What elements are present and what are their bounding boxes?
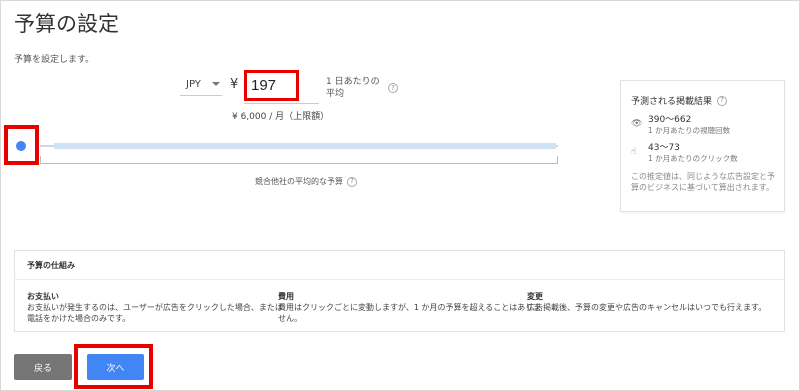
forecast-note: この推定値は、同じような広告設定と予算のビジネスに基づいて算出されます。 <box>631 172 775 192</box>
forecast-title: 予測される掲載結果 ? <box>631 94 728 107</box>
forecast-card: 予測される掲載結果 ? 👁 390〜662 1 か月あたりの視聴回数 ☝ 43〜… <box>620 80 785 212</box>
per-day-label-line2: 平均 <box>326 89 345 99</box>
change-heading: 変更 <box>527 292 543 301</box>
payment-text: お支払いが発生するのは、ユーザーが広告をクリックした場合、または電話をかけた場合… <box>27 303 283 323</box>
competitor-range-bar <box>54 143 556 149</box>
help-icon[interactable]: ? <box>347 176 357 187</box>
competitor-range-bracket <box>40 156 558 164</box>
clicks-value: 43〜73 <box>648 143 680 153</box>
change-section: 変更 広告掲載後、予算の変更や広告のキャンセルはいつでも行えます。 <box>527 291 782 313</box>
currency-symbol: ¥ <box>230 77 239 92</box>
daily-budget-input[interactable] <box>251 77 295 94</box>
eye-icon: 👁 <box>631 119 643 129</box>
views-metric: 👁 390〜662 1 か月あたりの視聴回数 <box>631 114 730 136</box>
budget-slider-handle[interactable] <box>16 141 26 151</box>
back-button[interactable]: 戻る <box>14 354 72 380</box>
clicks-metric: ☝ 43〜73 1 か月あたりのクリック数 <box>631 142 738 164</box>
clicks-label: 1 か月あたりのクリック数 <box>648 154 738 163</box>
cost-section: 費用 費用はクリックごとに変動しますが、1 か月の予算を超えることはありません。 <box>278 291 543 324</box>
next-button[interactable]: 次へ <box>87 354 144 380</box>
currency-value: JPY <box>186 79 201 90</box>
payment-section: お支払い お支払いが発生するのは、ユーザーが広告をクリックした場合、または電話を… <box>27 291 287 324</box>
pointer-hand-icon: ☝ <box>631 147 637 157</box>
amount-underline <box>244 103 319 104</box>
competitor-average-text: 競合他社の平均的な予算 <box>255 177 343 186</box>
per-day-label: 1 日あたりの 平均 <box>326 76 380 100</box>
page-subtitle: 予算を設定します。 <box>14 55 95 65</box>
page-title: 予算の設定 <box>14 12 119 36</box>
amount-highlight <box>244 70 299 101</box>
payment-heading: お支払い <box>27 292 59 301</box>
mechanism-title: 予算の仕組み <box>27 261 75 270</box>
monthly-budget-label: ¥ 6,000 / 月（上限額） <box>232 112 330 122</box>
per-day-label-line1: 1 日あたりの <box>326 77 380 87</box>
change-text: 広告掲載後、予算の変更や広告のキャンセルはいつでも行えます。 <box>527 303 767 312</box>
chevron-down-icon <box>212 82 220 86</box>
views-label: 1 か月あたりの視聴回数 <box>648 126 731 135</box>
forecast-title-text: 予測される掲載結果 <box>631 97 713 107</box>
help-icon[interactable]: ? <box>717 95 728 106</box>
help-icon[interactable]: ? <box>388 83 398 93</box>
budget-mechanism-card: 予算の仕組み お支払い お支払いが発生するのは、ユーザーが広告をクリックした場合… <box>14 250 785 332</box>
cost-text: 費用はクリックごとに変動しますが、1 か月の予算を超えることはありません。 <box>278 303 542 323</box>
divider <box>15 279 784 280</box>
competitor-average-label: 競合他社の平均的な予算 ? <box>255 176 357 187</box>
currency-select[interactable]: JPY <box>180 74 222 96</box>
views-value: 390〜662 <box>648 115 692 125</box>
cost-heading: 費用 <box>278 292 294 301</box>
